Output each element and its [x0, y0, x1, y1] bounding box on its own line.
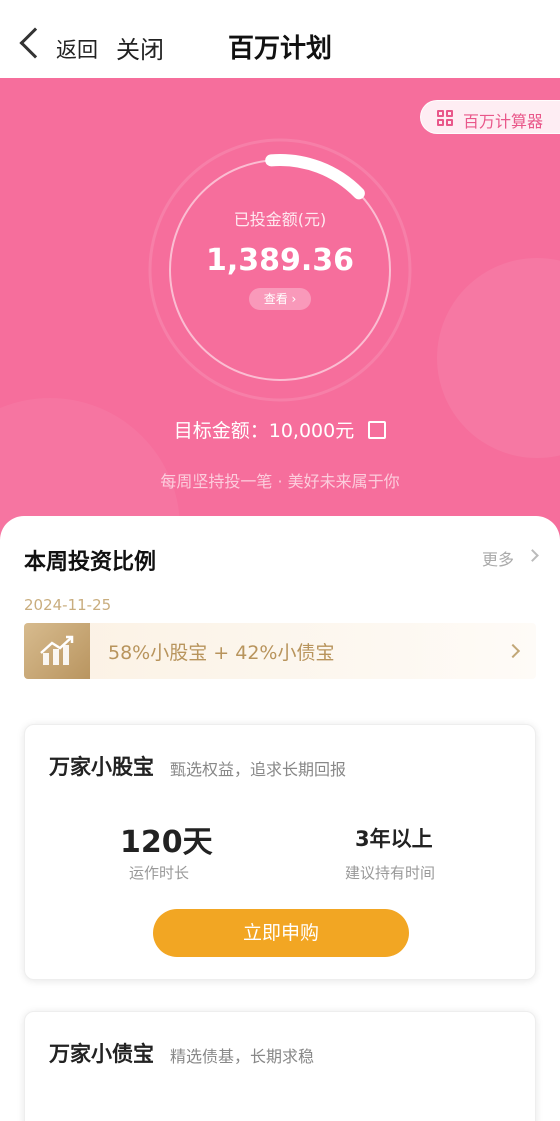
buy-button[interactable]: 立即申购	[153, 909, 409, 957]
fund-desc: 精选债基，长期求稳	[170, 1047, 315, 1066]
trend-chart-icon	[24, 623, 90, 679]
operating-days-label: 运作时长	[129, 864, 190, 882]
plan-hero: 百万计算器 已投金额(元) 1,389.36 查看 › 目标金额：10,000元…	[0, 78, 560, 548]
ratio-text: 58%小股宝 + 42%小债宝	[108, 642, 335, 664]
fund-card-bond[interactable]: 万家小债宝 精选债基，长期求稳	[24, 1011, 536, 1121]
calculator-label: 百万计算器	[463, 112, 544, 131]
fund-card-stock[interactable]: 万家小股宝 甄选权益，追求长期回报 120天 运作时长 3年以上 建议持有时间 …	[24, 724, 536, 980]
nav-bar: 返回 关闭 百万计划	[0, 0, 560, 78]
more-link[interactable]: 更多	[482, 546, 514, 570]
holding-period-label: 建议持有时间	[345, 864, 436, 882]
edit-icon[interactable]	[368, 421, 387, 439]
content-panel: 本周投资比例 更多 2024-11-25 58%小股宝 + 42%小债宝 万家小…	[0, 516, 560, 1121]
invested-amount: 1,389.36	[205, 243, 355, 278]
operating-days-value: 120天	[120, 825, 213, 860]
grid-icon	[437, 110, 454, 127]
target-amount: 目标金额：10,000元	[173, 420, 355, 442]
fund-name: 万家小债宝	[49, 1042, 154, 1066]
ratio-banner[interactable]: 58%小股宝 + 42%小债宝	[24, 623, 536, 679]
page-title: 百万计划	[227, 34, 332, 64]
fund-name: 万家小股宝	[49, 755, 154, 779]
calculator-button[interactable]: 百万计算器	[420, 100, 560, 134]
slogan: 每周坚持投一笔 · 美好未来属于你	[160, 472, 400, 491]
chevron-right-icon[interactable]	[526, 549, 539, 562]
trend-chart-icon-graphic	[40, 635, 74, 665]
fund-desc: 甄选权益，追求长期回报	[170, 760, 347, 779]
view-button[interactable]: 查看 ›	[249, 288, 311, 310]
section-title: 本周投资比例	[24, 550, 157, 575]
holding-period-value: 3年以上	[355, 827, 433, 851]
invested-label: 已投金额(元)	[233, 210, 327, 229]
target-amount-row[interactable]: 目标金额：10,000元	[0, 416, 560, 443]
progress-arc	[265, 154, 365, 200]
chevron-right-icon	[505, 643, 521, 659]
ratio-date: 2024-11-25	[24, 596, 112, 614]
